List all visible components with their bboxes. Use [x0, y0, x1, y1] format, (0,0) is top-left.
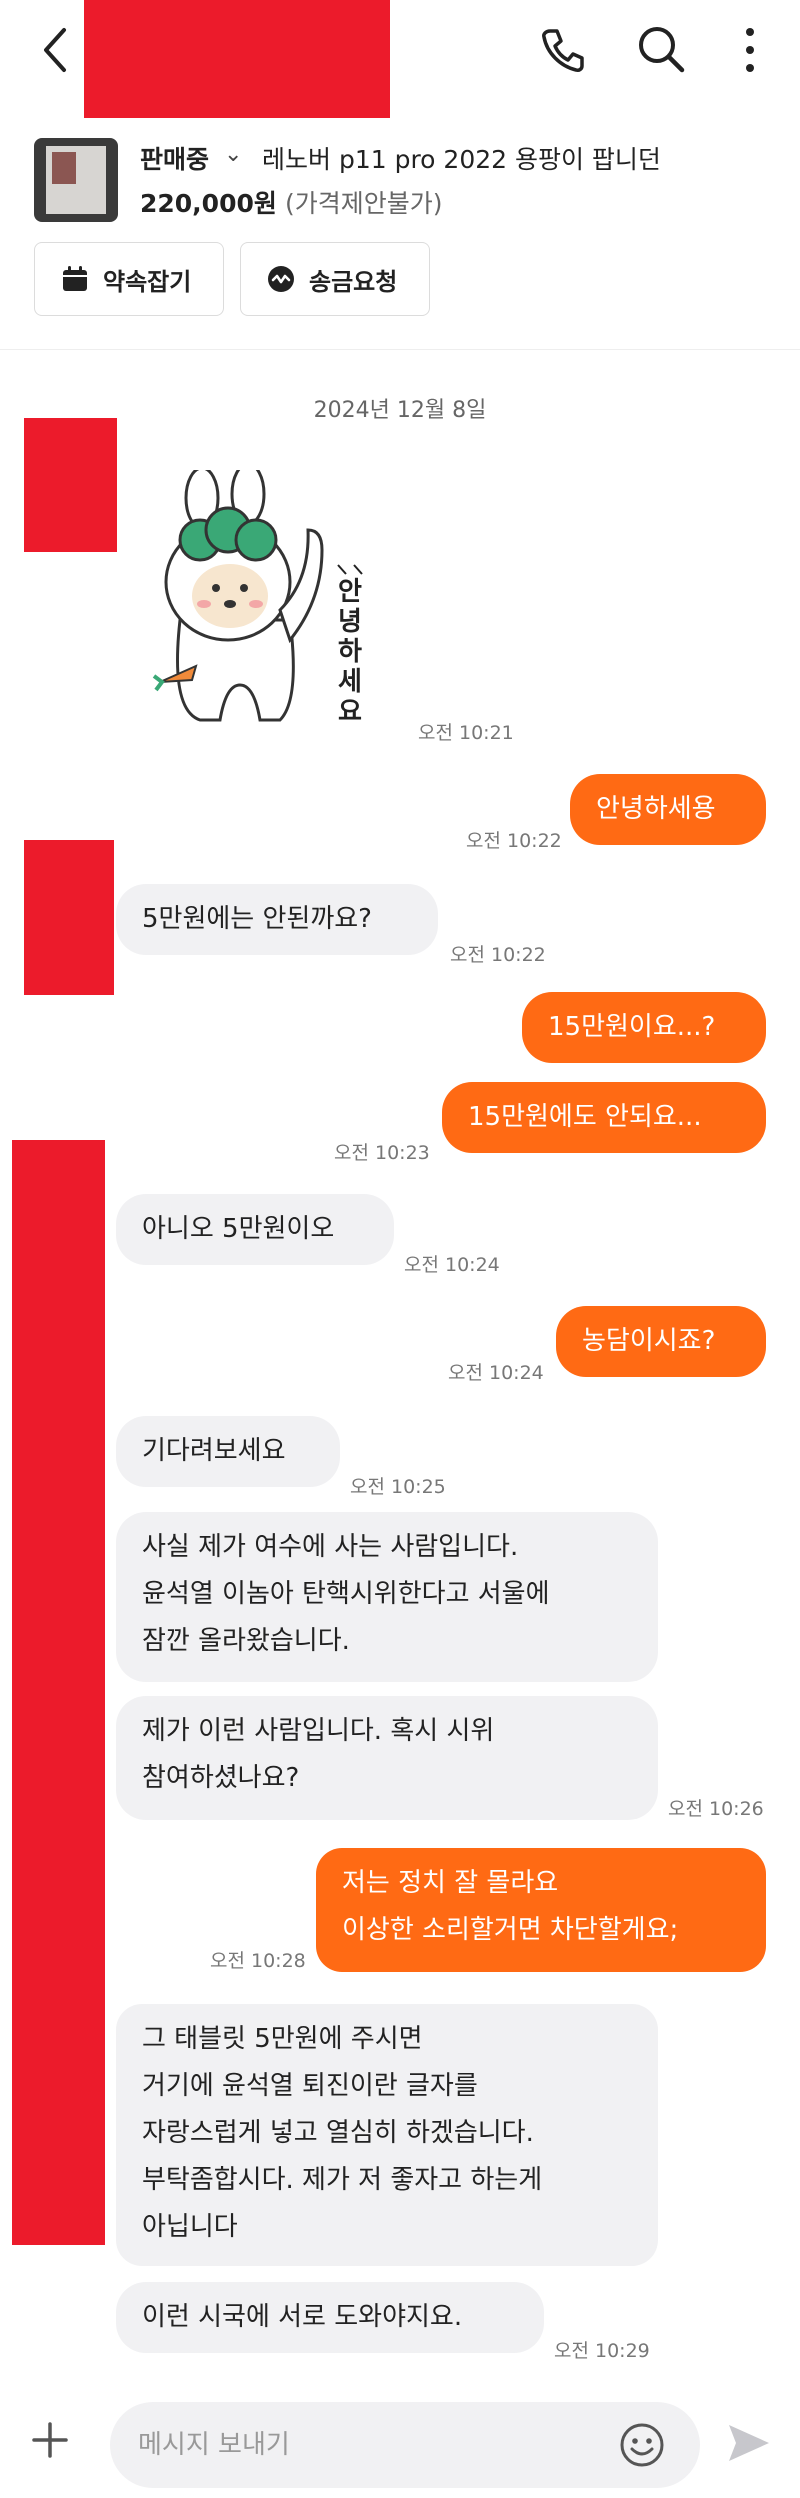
received-message[interactable]: 5만원에는 안된까요? — [116, 884, 438, 955]
chevron-left-icon[interactable] — [40, 26, 70, 74]
message-field[interactable] — [110, 2402, 700, 2488]
message-text: 농담이시죠? — [582, 1326, 716, 1356]
message-text: 5만원에는 안된까요? — [142, 904, 372, 934]
redacted-avatar — [12, 1140, 105, 2245]
message-line: 제가 이런 사람입니다. 혹시 시위 — [142, 1716, 495, 1746]
chevron-down-icon[interactable]: ⌄ — [224, 142, 242, 167]
schedule-label: 약속잡기 — [103, 267, 192, 296]
calendar-icon — [63, 266, 87, 291]
more-vertical-icon[interactable] — [744, 26, 756, 74]
received-message[interactable]: 이런 시국에 서로 도와야지요. — [116, 2282, 544, 2353]
message-time: 오전 10:25 — [350, 1476, 446, 1498]
message-line: 이상한 소리할거면 차단할게요; — [342, 1915, 679, 1945]
svg-text:세: 세 — [338, 667, 362, 697]
greeting-sticker[interactable]: 안 녕 하 세 요 — [150, 462, 400, 740]
message-time: 오전 10:21 — [418, 722, 514, 744]
smile-icon[interactable] — [618, 2421, 666, 2473]
message-line: 윤석열 이놈아 탄핵시위한다고 서울에 — [142, 1579, 550, 1609]
received-message[interactable]: 기다려보세요 — [116, 1416, 340, 1487]
schedule-button[interactable]: 약속잡기 — [34, 242, 224, 316]
message-time: 오전 10:28 — [210, 1950, 306, 1972]
message-text: 안녕하세용 — [596, 794, 716, 824]
message-line: 사실 제가 여수에 사는 사람입니다. — [142, 1532, 519, 1562]
transfer-request-button[interactable]: 송금요청 — [240, 242, 430, 316]
redacted-avatar — [24, 418, 117, 552]
received-message[interactable]: 제가 이런 사람입니다. 혹시 시위 참여하셨나요? — [116, 1696, 658, 1820]
message-time: 오전 10:22 — [466, 830, 562, 852]
message-text: 15만원이요...? — [548, 1012, 716, 1042]
message-text: 이런 시국에 서로 도와야지요. — [142, 2302, 463, 2332]
price-note: (가격제안불가) — [285, 189, 443, 218]
message-composer — [0, 2380, 800, 2498]
received-message[interactable]: 사실 제가 여수에 사는 사람입니다. 윤석열 이놈아 탄핵시위한다고 서울에 … — [116, 1512, 658, 1682]
message-time: 오전 10:26 — [668, 1798, 764, 1820]
sticker-text: 안 녕 하 세 요 — [338, 577, 362, 727]
message-time: 오전 10:24 — [448, 1362, 544, 1384]
svg-text:요: 요 — [338, 697, 362, 727]
message-time: 오전 10:23 — [334, 1142, 430, 1164]
message-line: 거기에 윤석열 퇴진이란 글자를 — [142, 2071, 478, 2101]
sent-message[interactable]: 안녕하세용 — [570, 774, 766, 845]
plus-icon[interactable] — [30, 2420, 70, 2464]
message-text: 15만원에도 안되요... — [468, 1102, 702, 1132]
redacted-username — [84, 0, 390, 118]
message-line: 참여하셨나요? — [142, 1763, 300, 1793]
sent-message[interactable]: 저는 정치 잘 몰라요 이상한 소리할거면 차단할게요; — [316, 1848, 766, 1972]
search-icon[interactable] — [636, 24, 686, 74]
received-message[interactable]: 그 태블릿 5만원에 주시면 거기에 윤석열 퇴진이란 글자를 자랑스럽게 넣고… — [116, 2004, 658, 2266]
message-line: 자랑스럽게 넣고 열심히 하겠습니다. — [142, 2118, 534, 2148]
svg-text:녕: 녕 — [338, 607, 362, 637]
send-icon[interactable] — [726, 2422, 772, 2468]
message-text: 아니오 5만원이오 — [142, 1214, 335, 1244]
phone-icon[interactable] — [538, 26, 586, 74]
message-line: 잠깐 올라왔습니다. — [142, 1626, 350, 1656]
svg-text:하: 하 — [338, 637, 362, 667]
sent-message[interactable]: 15만원이요...? — [522, 992, 766, 1063]
message-line: 아닙니다 — [142, 2212, 238, 2242]
message-time: 오전 10:24 — [404, 1254, 500, 1276]
product-title: 레노버 p11 pro 2022 용팡이 팝니던 — [262, 145, 661, 174]
product-thumbnail[interactable] — [34, 138, 118, 222]
transfer-label: 송금요청 — [309, 267, 398, 296]
message-text: 기다려보세요 — [142, 1436, 286, 1466]
sent-message[interactable]: 15만원에도 안되요... — [442, 1082, 766, 1153]
message-time: 오전 10:22 — [450, 944, 546, 966]
product-panel: 판매중 ⌄ 레노버 p11 pro 2022 용팡이 팝니던 220,000원 … — [0, 120, 800, 350]
pay-icon — [268, 266, 294, 292]
message-line: 그 태블릿 5만원에 주시면 — [142, 2024, 423, 2054]
message-input[interactable] — [138, 2402, 578, 2488]
message-line: 저는 정치 잘 몰라요 — [342, 1868, 559, 1898]
received-message[interactable]: 아니오 5만원이오 — [116, 1194, 394, 1265]
sent-message[interactable]: 농담이시죠? — [556, 1306, 766, 1377]
date-divider: 2024년 12월 8일 — [313, 398, 487, 423]
product-price: 220,000원 — [140, 189, 277, 218]
message-time: 오전 10:29 — [554, 2340, 650, 2362]
sale-status[interactable]: 판매중 — [140, 140, 209, 176]
svg-text:안: 안 — [338, 577, 362, 607]
redacted-avatar — [24, 840, 114, 995]
message-line: 부탁좀합시다. 제가 저 좋자고 하는게 — [142, 2165, 543, 2195]
